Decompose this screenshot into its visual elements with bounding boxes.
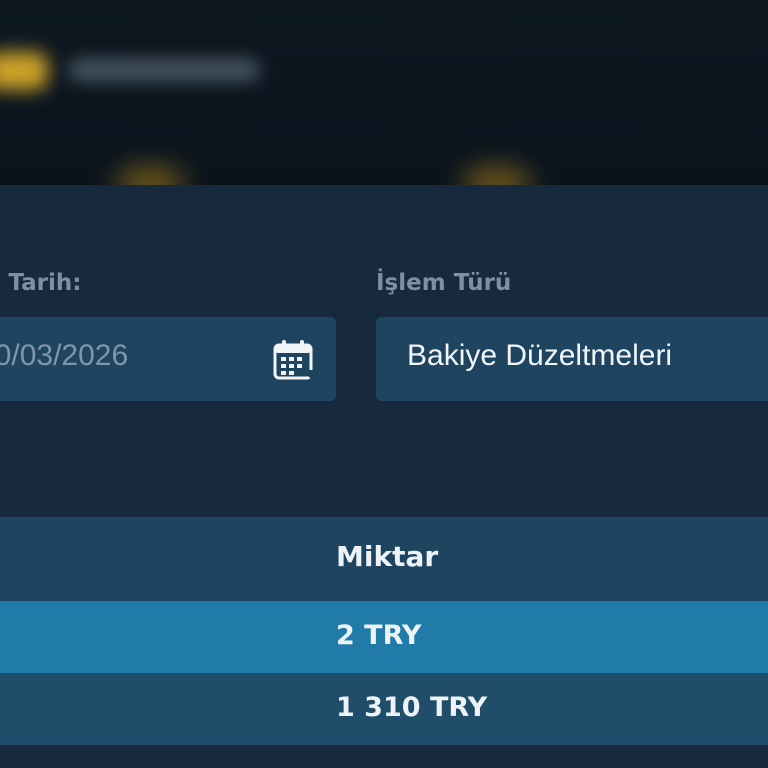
date-filter-label: n Tarih: <box>0 270 82 296</box>
amount-cell: 1 310 TRY <box>336 692 488 723</box>
header-bar <box>0 0 768 198</box>
date-input-value[interactable]: 30/03/2026 <box>0 339 128 373</box>
column-header-amount: Miktar <box>336 540 439 573</box>
transaction-type-value[interactable]: Bakiye Düzeltmeleri <box>407 339 672 373</box>
transaction-type-label: İşlem Türü <box>376 270 512 296</box>
brand-logo[interactable] <box>0 52 48 90</box>
panel-bottom <box>0 745 768 768</box>
amount-cell: 2 TRY <box>336 620 422 651</box>
calendar-icon[interactable] <box>272 338 316 382</box>
brand-name-blurred <box>68 58 260 82</box>
